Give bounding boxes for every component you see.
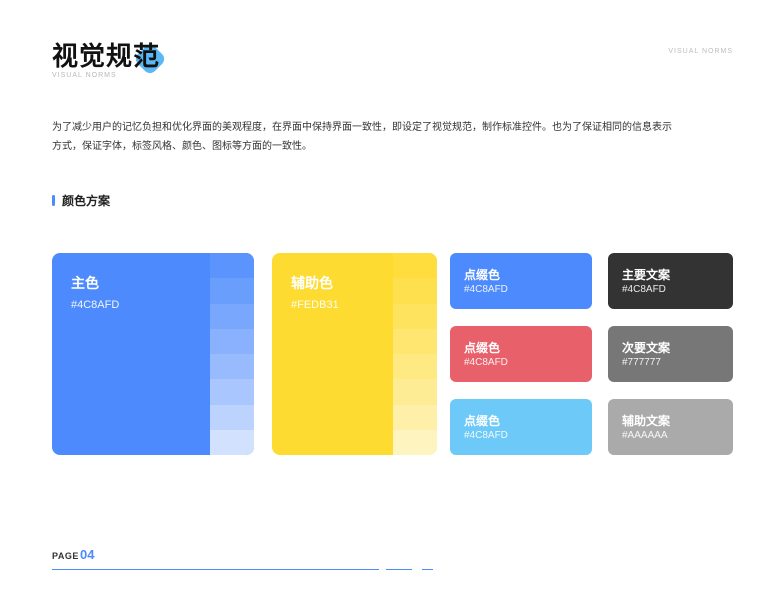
primary-tint-1 (210, 253, 254, 279)
secondary-tint-8 (393, 429, 437, 455)
secondary-tint-1 (393, 253, 437, 279)
secondary-tint-strip (393, 253, 437, 455)
secondary-color-card: 辅助色 #FEDB31 (272, 253, 437, 455)
text-color-label: 次要文案 (622, 341, 671, 355)
primary-tint-strip (210, 253, 254, 455)
intro-paragraph: 为了减少用户的记忆负担和优化界面的美观程度，在界面中保持界面一致性，即设定了视觉… (52, 122, 672, 152)
primary-text-color-card: 主要文案 #4C8AFD (608, 253, 733, 309)
primary-color-card: 主色 #4C8AFD (52, 253, 254, 455)
secondary-tint-2 (393, 278, 437, 304)
text-color-code: #777777 (622, 357, 661, 368)
primary-tint-8 (210, 429, 254, 455)
accent-color-card-1: 点缀色 #4C8AFD (450, 253, 592, 309)
secondary-tint-5 (393, 354, 437, 380)
primary-tint-5 (210, 354, 254, 380)
secondary-color-code: #FEDB31 (291, 299, 339, 311)
accent-color-code: #4C8AFD (464, 430, 508, 441)
text-color-label: 辅助文案 (622, 414, 671, 428)
secondary-text-color-card: 次要文案 #777777 (608, 326, 733, 382)
primary-tint-4 (210, 328, 254, 354)
primary-color-code: #4C8AFD (71, 299, 120, 311)
auxiliary-text-color-card: 辅助文案 #AAAAAA (608, 399, 733, 455)
primary-tint-7 (210, 404, 254, 430)
footer-line (52, 569, 379, 570)
accent-color-label: 点缀色 (464, 268, 501, 282)
text-color-code: #4C8AFD (622, 284, 666, 295)
primary-color-label: 主色 (71, 275, 99, 291)
secondary-color-label: 辅助色 (291, 275, 333, 291)
primary-tint-3 (210, 303, 254, 329)
section-marker (52, 195, 55, 206)
secondary-tint-4 (393, 328, 437, 354)
accent-color-card-2: 点缀色 #4C8AFD (450, 326, 592, 382)
text-color-label: 主要文案 (622, 268, 671, 282)
section-title: 颜色方案 (62, 194, 111, 208)
accent-color-card-3: 点缀色 #4C8AFD (450, 399, 592, 455)
footer-line-dash (422, 569, 433, 570)
secondary-tint-3 (393, 303, 437, 329)
accent-color-label: 点缀色 (464, 414, 501, 428)
primary-tint-2 (210, 278, 254, 304)
text-color-code: #AAAAAA (622, 430, 668, 441)
corner-label: VISUAL NORMS (668, 48, 733, 55)
page-label: PAGE (52, 551, 79, 561)
accent-color-code: #4C8AFD (464, 284, 508, 295)
accent-color-label: 点缀色 (464, 341, 501, 355)
accent-color-code: #4C8AFD (464, 357, 508, 368)
footer-line-dash (386, 569, 412, 570)
page-title: 视觉规范 (52, 41, 161, 71)
secondary-tint-7 (393, 404, 437, 430)
page-number: 04 (80, 547, 95, 562)
secondary-tint-6 (393, 379, 437, 405)
primary-tint-6 (210, 379, 254, 405)
page-subtitle: VISUAL NORMS (52, 72, 117, 79)
